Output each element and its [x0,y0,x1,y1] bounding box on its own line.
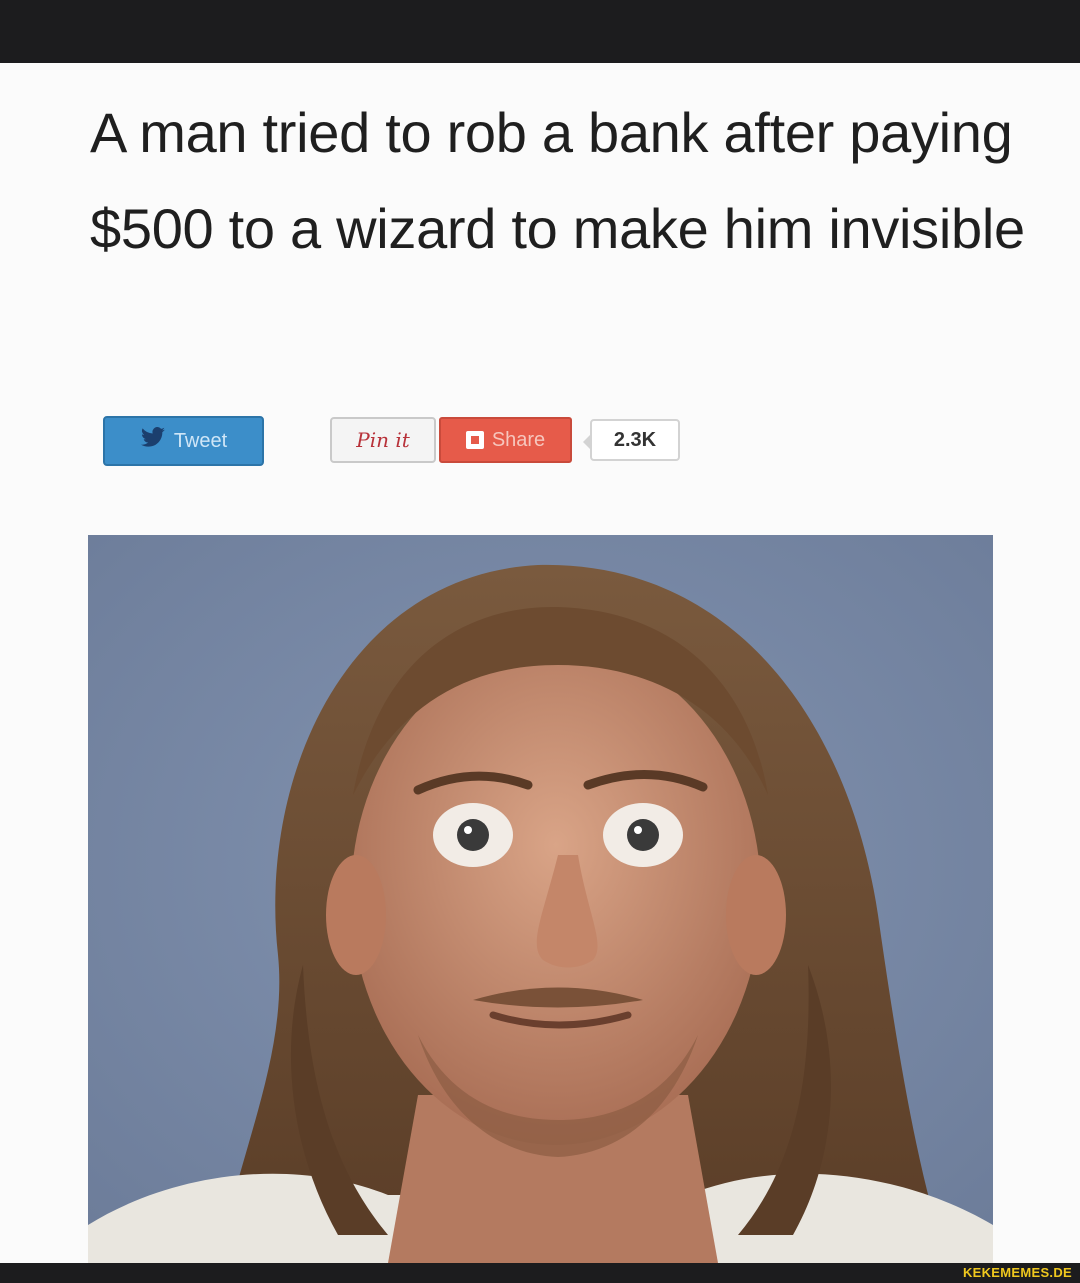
pin-it-button[interactable]: Pin it [330,417,436,463]
article-card: A man tried to rob a bank after paying $… [0,63,1080,1263]
tweet-button[interactable]: Tweet [103,416,264,466]
share-buttons-row: Tweet Pin it Share 2.3K [0,413,1080,473]
tweet-label: Tweet [173,429,228,452]
share-label: Share [491,428,546,451]
share-count-badge: 2.3K [583,419,680,461]
share-button[interactable]: Share [439,417,572,463]
bottom-bar [0,1263,1080,1283]
share-square-icon [465,431,484,449]
headline: A man tried to rob a bank after paying $… [90,101,1025,260]
watermark: KEKEMEMES.DE [962,1265,1072,1280]
top-bar [0,0,1080,63]
mugshot-illustration [88,535,993,1263]
twitter-bird-icon [140,427,166,455]
mugshot-photo [88,535,993,1263]
